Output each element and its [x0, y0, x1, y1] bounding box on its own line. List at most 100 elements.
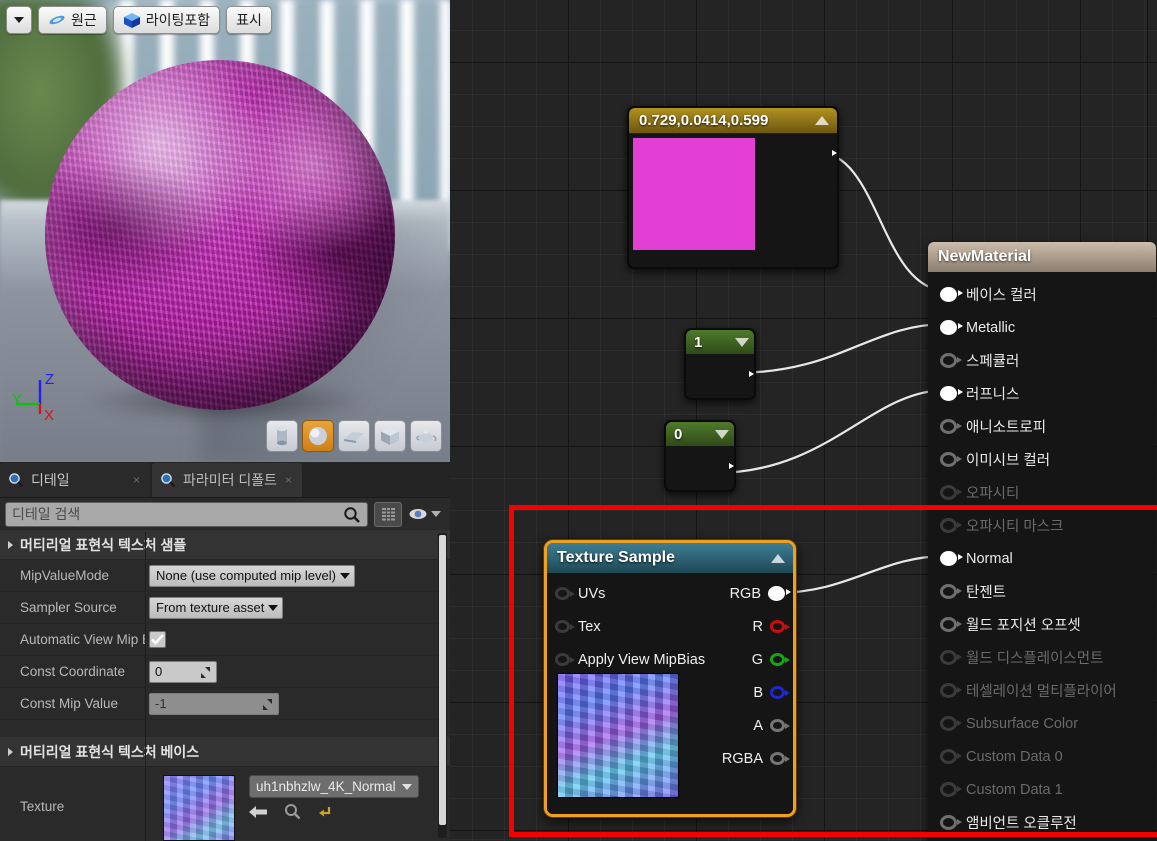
texture-asset-combo[interactable]: uh1nbhzlw_4K_Normal — [249, 775, 419, 798]
preview-mesh-sphere[interactable] — [45, 60, 395, 410]
output-pin[interactable] — [770, 752, 790, 765]
sampler-source-combo[interactable]: From texture asset — [149, 596, 284, 619]
material-input-world-position-offset[interactable]: 월드 포지션 오프셋 — [928, 608, 1156, 641]
output-pin[interactable] — [770, 719, 790, 732]
view-options-dropdown[interactable] — [6, 6, 32, 34]
chevron-down-icon — [402, 783, 412, 790]
material-input-metallic[interactable]: Metallic — [928, 311, 1156, 344]
triangle-down-icon[interactable] — [735, 337, 749, 347]
input-pin[interactable] — [940, 419, 962, 434]
preview-cylinder-button[interactable] — [266, 420, 298, 452]
input-pin[interactable] — [940, 815, 962, 830]
texture-thumbnail[interactable] — [163, 775, 235, 841]
constant3vector-node[interactable]: 0.729,0.0414,0.599 — [627, 106, 839, 269]
close-icon[interactable]: × — [133, 473, 140, 487]
perspective-button[interactable]: 원근 — [38, 6, 107, 34]
output-pin[interactable] — [770, 653, 790, 666]
input-apply-view-mipbias[interactable]: Apply View MipBias — [547, 652, 705, 668]
input-pin[interactable] — [940, 584, 962, 599]
input-uvs[interactable]: UVs — [547, 586, 670, 602]
texture-sample-preview-thumbnail[interactable] — [557, 673, 679, 798]
output-r[interactable]: R — [670, 619, 793, 635]
material-input-anisotropy[interactable]: 애니소트로피 — [928, 410, 1156, 443]
category-header-texture-sample[interactable]: 머티리얼 표현식 텍스처 샘플 — [0, 530, 450, 560]
material-preview-viewport[interactable]: 원근 라이팅포함 표시 Z Y X — [0, 0, 450, 462]
output-rgb[interactable]: RGB — [670, 586, 793, 602]
search-input-placeholder: 디테일 검색 — [12, 506, 81, 522]
constant3vector-node-header[interactable]: 0.729,0.0414,0.599 — [629, 108, 837, 134]
output-a[interactable]: A — [670, 718, 793, 734]
material-input-base-color[interactable]: 베이스 컬러 — [928, 278, 1156, 311]
material-input-specular[interactable]: 스페큘러 — [928, 344, 1156, 377]
material-input-normal[interactable]: Normal — [928, 542, 1156, 575]
material-result-node-header[interactable]: NewMaterial — [928, 242, 1156, 272]
spinner-icon — [263, 698, 272, 710]
material-graph-canvas[interactable]: 0.729,0.0414,0.599 1 0 Texture Sample UV… — [450, 0, 1157, 841]
material-input-tangent[interactable]: 탄젠트 — [928, 575, 1156, 608]
magnifier-icon[interactable] — [284, 803, 301, 820]
category-header-texture-base[interactable]: 머티리얼 표현식 텍스처 베이스 — [0, 737, 450, 767]
material-input-label: Normal — [966, 550, 1013, 567]
material-input-ambient-occlusion[interactable]: 앰비언트 오클루전 — [928, 806, 1156, 839]
output-g[interactable]: G — [670, 652, 793, 668]
details-scrollbar[interactable] — [438, 533, 447, 838]
input-pin[interactable] — [555, 653, 575, 666]
output-rgba[interactable]: RGBA — [670, 751, 793, 767]
input-pin[interactable] — [940, 617, 962, 632]
constant-node-one[interactable]: 1 — [684, 328, 756, 400]
input-pin[interactable] — [555, 620, 575, 633]
material-input-label: Custom Data 0 — [966, 748, 1063, 765]
tab-parameter-defaults[interactable]: 파라미터 디폴트 × — [152, 463, 302, 497]
mipvaluemode-combo[interactable]: None (use computed mip level) — [149, 564, 355, 587]
output-pin[interactable] — [770, 686, 790, 699]
output-pin[interactable] — [770, 620, 790, 633]
lit-mode-button[interactable]: 라이팅포함 — [112, 6, 221, 34]
const-mip-value-input[interactable]: -1 — [149, 692, 279, 715]
output-a-label: A — [753, 717, 763, 734]
preview-cube-button[interactable] — [374, 420, 406, 452]
show-menu-button[interactable]: 표시 — [226, 6, 272, 34]
const-coordinate-input[interactable]: 0 — [149, 660, 217, 683]
chevron-down-icon — [14, 17, 24, 23]
details-view-grid-button[interactable] — [374, 501, 402, 527]
input-pin[interactable] — [940, 386, 963, 401]
preview-teapot-button[interactable] — [410, 420, 442, 452]
input-pin — [940, 518, 962, 533]
input-pin[interactable] — [555, 587, 575, 600]
grid-icon — [381, 507, 395, 520]
constant-node-zero[interactable]: 0 — [664, 420, 736, 492]
constant-node-zero-header[interactable]: 0 — [666, 422, 734, 446]
constant3vector-color-swatch[interactable] — [633, 138, 755, 250]
close-icon[interactable]: × — [285, 473, 292, 487]
input-pin[interactable] — [940, 287, 963, 302]
details-visibility-menu[interactable] — [408, 507, 445, 521]
preview-sphere-button[interactable] — [302, 420, 334, 452]
wire-normal — [774, 554, 948, 595]
search-input[interactable]: 디테일 검색 — [5, 501, 368, 527]
input-pin[interactable] — [940, 353, 962, 368]
axis-gizmo: Z Y X — [12, 372, 54, 424]
sampler-source-value: From texture asset — [156, 600, 265, 615]
material-result-node[interactable]: NewMaterial 베이스 컬러 Metallic 스페큘러 러프니스 애니… — [928, 242, 1156, 841]
material-input-emissive-color[interactable]: 이미시브 컬러 — [928, 443, 1156, 476]
input-pin[interactable] — [940, 551, 963, 566]
texture-sample-node[interactable]: Texture Sample UVs RGB Tex R Apply View … — [544, 540, 796, 817]
scrollbar-thumb[interactable] — [439, 535, 446, 825]
constant-node-one-header[interactable]: 1 — [686, 330, 754, 354]
output-b[interactable]: B — [670, 685, 793, 701]
automatic-view-mip-bias-checkbox[interactable] — [149, 631, 166, 648]
input-pin[interactable] — [940, 320, 963, 335]
triangle-up-icon[interactable] — [815, 116, 829, 125]
tab-details[interactable]: 디테일 × — [0, 463, 150, 497]
input-tex[interactable]: Tex — [547, 619, 670, 635]
texture-sample-node-header[interactable]: Texture Sample — [547, 543, 793, 573]
output-g-label: G — [751, 651, 763, 668]
output-pin[interactable] — [768, 586, 791, 601]
triangle-down-icon[interactable] — [715, 429, 729, 439]
input-pin[interactable] — [940, 452, 962, 467]
reset-icon[interactable] — [317, 804, 332, 819]
triangle-up-icon[interactable] — [771, 553, 785, 563]
back-arrow-icon[interactable] — [249, 804, 268, 820]
preview-plane-button[interactable] — [338, 420, 370, 452]
material-input-roughness[interactable]: 러프니스 — [928, 377, 1156, 410]
